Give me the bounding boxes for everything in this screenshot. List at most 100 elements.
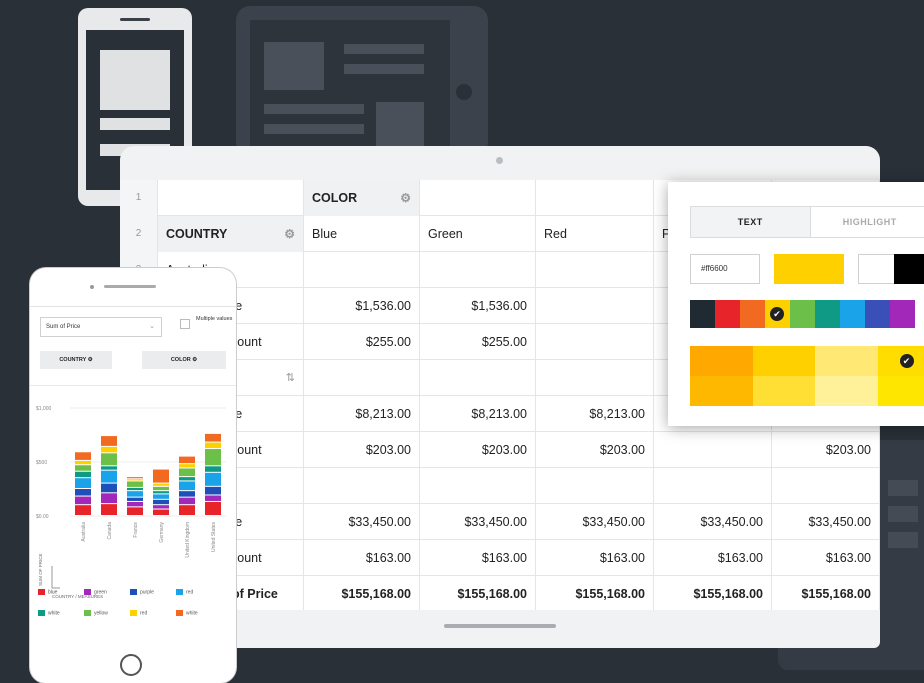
value-cell[interactable]: $33,450.00 bbox=[654, 504, 772, 540]
value-cell[interactable]: $255.00 bbox=[420, 324, 536, 360]
bar-segment bbox=[127, 479, 143, 481]
laptop-home-bar bbox=[444, 624, 556, 628]
grid-cell[interactable] bbox=[304, 252, 420, 288]
column-header-field[interactable]: COLOR ⚙ bbox=[304, 180, 420, 216]
grid-cell[interactable] bbox=[420, 252, 536, 288]
bar-segment bbox=[153, 491, 169, 494]
grid-cell[interactable] bbox=[654, 468, 772, 504]
value-cell[interactable]: $1,536.00 bbox=[304, 288, 420, 324]
multiple-values-checkbox[interactable] bbox=[180, 319, 190, 329]
background-tablet-line bbox=[264, 104, 364, 114]
x-tick-label: United Kingdom bbox=[185, 522, 191, 558]
value-cell[interactable]: $33,450.00 bbox=[304, 504, 420, 540]
legend-item: red bbox=[130, 609, 176, 616]
grid-cell[interactable] bbox=[536, 180, 654, 216]
value-cell[interactable]: $33,450.00 bbox=[772, 504, 880, 540]
hex-color-input[interactable]: #ff6600 bbox=[690, 254, 760, 284]
shade-swatch[interactable] bbox=[752, 376, 815, 406]
bar-segment bbox=[75, 452, 91, 460]
palette-swatch[interactable] bbox=[715, 300, 740, 328]
legend-label: purple bbox=[140, 589, 154, 595]
gear-icon: ⚙ bbox=[87, 357, 93, 363]
shade-swatch[interactable] bbox=[815, 346, 878, 376]
value-cell[interactable]: $203.00 bbox=[420, 432, 536, 468]
bar-segment bbox=[205, 486, 221, 495]
shade-swatch[interactable]: ✔ bbox=[877, 346, 924, 376]
tab-text[interactable]: TEXT bbox=[691, 207, 811, 237]
value-cell[interactable]: $33,450.00 bbox=[536, 504, 654, 540]
palette-swatch[interactable]: ✔ bbox=[765, 300, 790, 328]
value-cell[interactable]: $163.00 bbox=[772, 540, 880, 576]
value-cell[interactable] bbox=[536, 324, 654, 360]
total-cell[interactable]: $155,168.00 bbox=[536, 576, 654, 610]
legend-swatch bbox=[84, 588, 91, 595]
total-cell[interactable]: $155,168.00 bbox=[654, 576, 772, 610]
color-field-pill[interactable]: COLOR ⚙ bbox=[142, 351, 226, 369]
gear-icon[interactable]: ⚙ bbox=[400, 180, 411, 216]
color-header-cell[interactable]: Red bbox=[536, 216, 654, 252]
shade-swatch[interactable] bbox=[690, 346, 753, 376]
bar-segment bbox=[101, 466, 117, 470]
value-cell[interactable]: $8,213.00 bbox=[420, 396, 536, 432]
grid-cell[interactable] bbox=[536, 360, 654, 396]
shade-swatch[interactable] bbox=[815, 376, 878, 406]
palette-swatch[interactable] bbox=[690, 300, 715, 328]
value-cell[interactable] bbox=[654, 432, 772, 468]
value-cell[interactable]: $1,536.00 bbox=[420, 288, 536, 324]
palette-swatch[interactable] bbox=[815, 300, 840, 328]
row-number: 1 bbox=[120, 180, 158, 216]
grid-cell[interactable] bbox=[420, 468, 536, 504]
grid-cell[interactable] bbox=[304, 468, 420, 504]
value-cell[interactable]: $8,213.00 bbox=[304, 396, 420, 432]
grid-cell[interactable] bbox=[304, 360, 420, 396]
palette-swatch[interactable] bbox=[840, 300, 865, 328]
value-cell[interactable]: $8,213.00 bbox=[536, 396, 654, 432]
grid-cell[interactable] bbox=[158, 180, 304, 216]
total-cell[interactable]: $155,168.00 bbox=[772, 576, 880, 610]
total-cell[interactable]: $155,168.00 bbox=[304, 576, 420, 610]
tab-highlight[interactable]: HIGHLIGHT bbox=[811, 207, 924, 237]
bar-segment bbox=[101, 483, 117, 493]
shade-swatch[interactable] bbox=[752, 346, 815, 376]
value-cell[interactable]: $163.00 bbox=[304, 540, 420, 576]
value-cell[interactable]: $255.00 bbox=[304, 324, 420, 360]
measure-select[interactable]: Sum of Price ⌄ bbox=[40, 317, 162, 337]
grid-cell[interactable] bbox=[420, 180, 536, 216]
grid-cell[interactable] bbox=[536, 468, 654, 504]
legend-label: white bbox=[186, 610, 198, 616]
grid-cell[interactable] bbox=[420, 360, 536, 396]
color-header-cell[interactable]: Blue bbox=[304, 216, 420, 252]
value-cell[interactable]: $33,450.00 bbox=[420, 504, 536, 540]
color-header-cell[interactable]: Green bbox=[420, 216, 536, 252]
palette-swatch[interactable] bbox=[865, 300, 890, 328]
palette-swatch[interactable] bbox=[740, 300, 765, 328]
palette-swatch[interactable] bbox=[790, 300, 815, 328]
value-cell[interactable]: $203.00 bbox=[536, 432, 654, 468]
bar-segment bbox=[205, 495, 221, 501]
bar-segment bbox=[101, 470, 117, 483]
bar-segment bbox=[75, 478, 91, 488]
shade-swatch[interactable] bbox=[877, 376, 924, 406]
phone-home-button[interactable] bbox=[120, 654, 142, 676]
shade-swatch[interactable] bbox=[690, 376, 753, 406]
white-color-swatch[interactable] bbox=[858, 254, 898, 284]
bar-segment bbox=[179, 456, 195, 464]
sort-icon[interactable]: ⇅ bbox=[286, 360, 295, 396]
background-tablet-button bbox=[456, 84, 472, 100]
total-cell[interactable]: $155,168.00 bbox=[420, 576, 536, 610]
value-cell[interactable]: $203.00 bbox=[772, 432, 880, 468]
value-cell[interactable] bbox=[536, 288, 654, 324]
value-cell[interactable]: $163.00 bbox=[420, 540, 536, 576]
row-header-field[interactable]: COUNTRY ⚙ bbox=[158, 216, 304, 252]
grid-cell[interactable] bbox=[772, 468, 880, 504]
gear-icon[interactable]: ⚙ bbox=[284, 216, 295, 252]
value-cell[interactable]: $163.00 bbox=[654, 540, 772, 576]
country-field-pill[interactable]: COUNTRY ⚙ bbox=[40, 351, 112, 369]
bar-segment bbox=[179, 468, 195, 477]
grid-cell[interactable] bbox=[536, 252, 654, 288]
black-color-swatch[interactable] bbox=[894, 254, 924, 284]
value-cell[interactable]: $203.00 bbox=[304, 432, 420, 468]
palette-swatch[interactable] bbox=[890, 300, 915, 328]
current-color-swatch[interactable] bbox=[774, 254, 844, 284]
value-cell[interactable]: $163.00 bbox=[536, 540, 654, 576]
